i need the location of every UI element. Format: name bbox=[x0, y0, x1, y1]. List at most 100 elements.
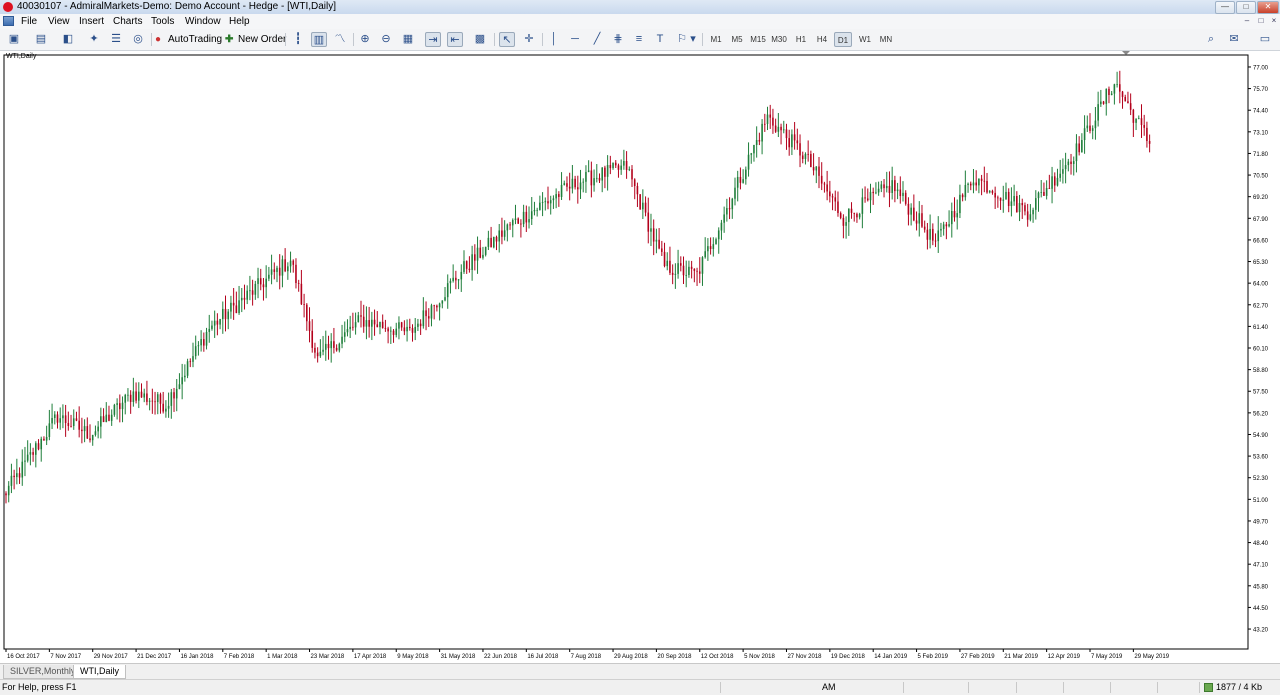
x-tick-label: 16 Jul 2018 bbox=[527, 654, 559, 660]
mdi-close-button[interactable]: × bbox=[1269, 16, 1279, 26]
candle-body bbox=[1129, 103, 1132, 110]
cursor-icon[interactable]: ↖ bbox=[499, 32, 515, 47]
candle-body bbox=[484, 246, 487, 255]
tile-windows-icon[interactable]: ▦ bbox=[400, 32, 416, 47]
auto-scroll-icon[interactable]: ⇥ bbox=[425, 32, 441, 47]
navigator-icon[interactable]: ✦ bbox=[86, 32, 102, 47]
candlestick-chart[interactable]: 77.00 75.70 74.40 73.10 71.80 70.50 69.20 67.90… bbox=[0, 51, 1280, 663]
menu-charts[interactable]: Charts bbox=[113, 16, 142, 27]
candle-body bbox=[482, 254, 484, 258]
candle-body bbox=[417, 323, 419, 327]
y-tick-label: 71.80 bbox=[1253, 152, 1269, 158]
candle-body bbox=[566, 183, 568, 187]
candle-body bbox=[753, 144, 755, 154]
y-tick-label: 66.60 bbox=[1253, 238, 1269, 244]
candle-body bbox=[712, 244, 715, 250]
menu-tools[interactable]: Tools bbox=[151, 16, 174, 27]
minimize-button[interactable]: — bbox=[1215, 1, 1235, 14]
candle-body bbox=[644, 202, 647, 213]
trendline-icon[interactable]: ╱ bbox=[589, 32, 605, 47]
timeframe-m30[interactable]: M30 bbox=[770, 32, 788, 47]
channel-icon[interactable]: ⋕ bbox=[610, 32, 626, 47]
candle-body bbox=[167, 405, 170, 409]
candle-body bbox=[620, 165, 622, 170]
mdi-restore-button[interactable]: □ bbox=[1256, 16, 1266, 26]
menu-file[interactable]: File bbox=[21, 16, 37, 27]
candle-body bbox=[891, 180, 893, 193]
menu-insert[interactable]: Insert bbox=[79, 16, 104, 27]
candle-body bbox=[135, 391, 137, 401]
chart-shift-marker bbox=[1122, 51, 1130, 55]
candle-body bbox=[43, 438, 45, 441]
mdi-minimize-button[interactable]: – bbox=[1242, 16, 1252, 26]
text-tool-icon[interactable]: T bbox=[652, 32, 668, 47]
chart-symbol-label: WTI,Daily bbox=[6, 53, 37, 60]
candle-body bbox=[411, 328, 414, 333]
y-tick-label: 65.30 bbox=[1253, 260, 1269, 266]
timeframe-m15[interactable]: M15 bbox=[749, 32, 767, 47]
candlestick-chart-icon[interactable]: ▥ bbox=[311, 32, 327, 47]
zoom-out-icon[interactable]: ⊖ bbox=[378, 32, 394, 47]
indicators-icon[interactable]: ▩ bbox=[472, 32, 488, 47]
search-icon[interactable]: ⌕ bbox=[1203, 32, 1219, 47]
autotrading-button[interactable]: ● AutoTrading bbox=[155, 32, 222, 47]
chart-window-icon[interactable] bbox=[3, 16, 14, 26]
chat-icon[interactable]: ✉ bbox=[1226, 32, 1242, 47]
chart-shift-icon[interactable]: ⇤ bbox=[447, 32, 463, 47]
candle-body bbox=[1143, 125, 1145, 128]
close-button[interactable]: ✕ bbox=[1257, 1, 1279, 14]
candle-body bbox=[834, 197, 837, 202]
market-watch-icon[interactable]: ◧ bbox=[60, 32, 76, 47]
candle-body bbox=[829, 191, 831, 197]
timeframe-m5[interactable]: M5 bbox=[728, 32, 746, 47]
candle-body bbox=[617, 165, 620, 170]
candle-body bbox=[552, 198, 555, 201]
candle-body bbox=[536, 209, 538, 211]
fibonacci-icon[interactable]: ≡ bbox=[631, 32, 647, 47]
strategy-tester-icon[interactable]: ◎ bbox=[130, 32, 146, 47]
candle-body bbox=[704, 251, 706, 258]
shapes-dropdown-icon[interactable]: ▾ bbox=[688, 32, 698, 47]
terminal-icon[interactable]: ☰ bbox=[108, 32, 124, 47]
candle-body bbox=[541, 202, 544, 203]
x-tick-label: 5 Feb 2019 bbox=[918, 654, 949, 660]
vertical-line-icon[interactable]: │ bbox=[546, 32, 562, 47]
timeframe-m1[interactable]: M1 bbox=[707, 32, 725, 47]
candle-body bbox=[945, 224, 948, 227]
crosshair-icon[interactable]: ✛ bbox=[521, 32, 537, 47]
tab-wti-daily[interactable]: WTI,Daily bbox=[73, 665, 126, 679]
y-tick-label: 48.40 bbox=[1253, 541, 1269, 547]
candle-body bbox=[1021, 203, 1024, 206]
candle-body bbox=[734, 187, 736, 199]
timeframe-w1[interactable]: W1 bbox=[856, 32, 874, 47]
chart-window[interactable]: 77.00 75.70 74.40 73.10 71.80 70.50 69.20 67.90… bbox=[0, 51, 1280, 663]
x-tick-label: 27 Nov 2018 bbox=[787, 654, 822, 660]
new-chart-icon[interactable]: ▣ bbox=[6, 32, 22, 47]
candle-body bbox=[1119, 84, 1121, 92]
timeframe-h4[interactable]: H4 bbox=[813, 32, 831, 47]
candle-body bbox=[717, 230, 720, 240]
zoom-in-icon[interactable]: ⊕ bbox=[357, 32, 373, 47]
candle-body bbox=[173, 392, 175, 399]
candle-body bbox=[866, 198, 869, 201]
new-order-button[interactable]: ✚ New Order bbox=[225, 32, 286, 47]
candle-body bbox=[346, 329, 349, 333]
bar-chart-icon[interactable]: ┇ bbox=[290, 32, 306, 47]
timeframe-mn[interactable]: MN bbox=[877, 32, 895, 47]
tab-silver-monthly[interactable]: SILVER,Monthly bbox=[3, 665, 83, 679]
menu-view[interactable]: View bbox=[48, 16, 70, 27]
candle-body bbox=[937, 230, 940, 242]
menu-help[interactable]: Help bbox=[229, 16, 250, 27]
timeframe-h1[interactable]: H1 bbox=[792, 32, 810, 47]
maximize-button[interactable]: □ bbox=[1236, 1, 1256, 14]
candle-body bbox=[698, 271, 701, 274]
candle-body bbox=[791, 134, 793, 148]
horizontal-line-icon[interactable]: ─ bbox=[567, 32, 583, 47]
candle-body bbox=[170, 392, 173, 406]
profiles-icon[interactable]: ▤ bbox=[33, 32, 49, 47]
candle-body bbox=[1051, 176, 1053, 189]
timeframe-d1[interactable]: D1 bbox=[834, 32, 852, 47]
line-chart-icon[interactable]: 〽 bbox=[332, 32, 348, 47]
menu-window[interactable]: Window bbox=[185, 16, 221, 27]
toolbar-expand-icon[interactable]: ▭ bbox=[1254, 32, 1276, 47]
